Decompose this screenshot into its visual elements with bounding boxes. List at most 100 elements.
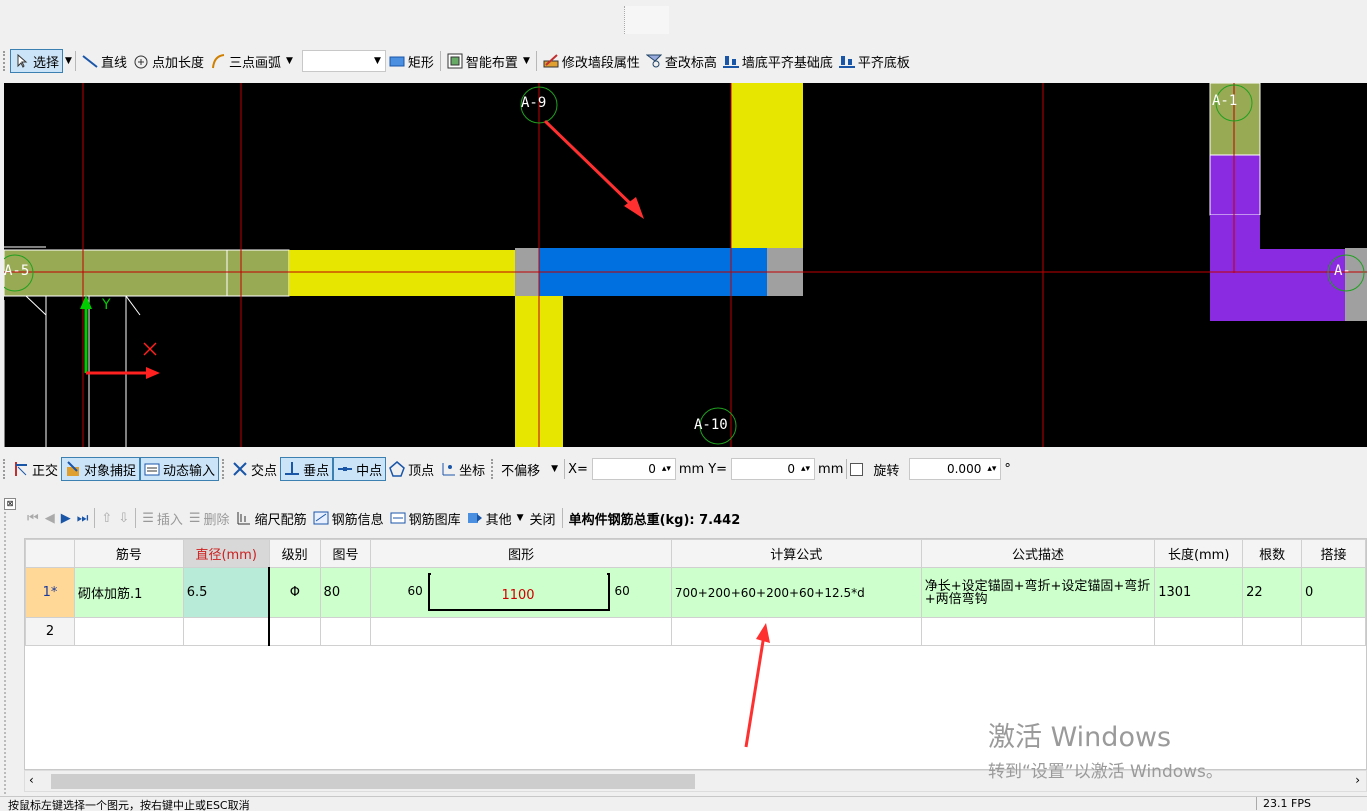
cell-length[interactable]: 1301 — [1154, 567, 1244, 618]
cell-formula[interactable] — [670, 617, 922, 646]
offset-mode-dropdown[interactable]: 不偏移 ▼ — [498, 457, 561, 481]
cell-description[interactable] — [920, 617, 1156, 646]
cell-figure-no[interactable] — [319, 617, 372, 646]
arc-dropdown-arrow[interactable]: ▼ — [286, 56, 293, 66]
y-input[interactable]: 0 ▴▾ — [731, 458, 816, 480]
point-length-button[interactable]: 点加长度 — [130, 49, 207, 73]
vertex-snap-button[interactable]: 顶点 — [386, 457, 437, 481]
rotate-label: 旋转 — [873, 463, 900, 479]
rotate-input[interactable]: 0.000 ▴▾ — [909, 458, 1002, 480]
drawing-canvas[interactable]: A-9 A-10 A-1 A-5 A- Y — [4, 83, 1367, 447]
point-length-label: 点加长度 — [151, 55, 204, 71]
table-row[interactable]: 1* 砌体加筋.1 6.5 Φ 80 60 1100 60 700+200+60… — [25, 567, 1366, 618]
y-unit: mm — [818, 461, 844, 477]
cell-diameter[interactable]: 6.5 — [182, 567, 271, 618]
line-label: 直线 — [100, 55, 127, 71]
align-bottom-base-button[interactable]: 墙底平齐基础底 — [720, 49, 836, 73]
ortho-button[interactable]: 正交 — [10, 457, 61, 481]
other-button[interactable]: 其他 ▼ — [464, 506, 527, 530]
header-count[interactable]: 根数 — [1242, 539, 1303, 568]
cell-name[interactable] — [73, 617, 184, 646]
cell-shape[interactable]: 60 1100 60 — [370, 567, 672, 618]
panel-grip[interactable] — [4, 504, 18, 794]
spin-icon[interactable]: ▴▾ — [987, 464, 996, 474]
edit-elevation-button[interactable]: 查改标高 — [643, 49, 720, 73]
arc-mode-combo[interactable]: ▼ — [301, 50, 386, 72]
toolbar-grip[interactable] — [222, 459, 226, 479]
cell-name[interactable]: 砌体加筋.1 — [73, 567, 184, 618]
insert-button[interactable]: ☰ 插入 — [139, 506, 186, 530]
align-slab-icon — [838, 53, 855, 69]
smart-layout-dropdown-arrow[interactable]: ▼ — [523, 56, 530, 66]
scale-rebar-button[interactable]: 缩尺配筋 — [233, 506, 310, 530]
header-name[interactable]: 筋号 — [73, 539, 184, 568]
offset-mode-value: 不偏移 — [501, 463, 541, 479]
cell-lap[interactable] — [1301, 617, 1366, 646]
select-tool-button[interactable]: 选择 — [10, 49, 64, 73]
midpoint-snap-button[interactable]: 中点 — [333, 457, 387, 481]
header-diameter[interactable]: 直径(mm) — [182, 539, 270, 568]
toolbar-grip[interactable] — [624, 6, 669, 34]
arc-tool-button[interactable]: 三点画弧 ▼ — [207, 49, 296, 73]
cell-shape[interactable] — [370, 617, 672, 646]
toolbar-grip[interactable] — [3, 51, 7, 71]
x-input[interactable]: 0 ▴▾ — [591, 458, 676, 480]
toolbar-grip[interactable] — [491, 459, 495, 479]
scroll-right-icon[interactable]: › — [1355, 773, 1360, 787]
last-record-button[interactable]: ⏭ — [74, 506, 92, 530]
cell-count[interactable]: 22 — [1242, 567, 1303, 618]
chevron-down-icon: ▼ — [373, 56, 381, 66]
edit-segment-button[interactable]: 修改墙段属性 — [540, 49, 643, 73]
header-formula[interactable]: 计算公式 — [670, 539, 922, 568]
intersection-snap-button[interactable]: 交点 — [229, 457, 280, 481]
panel-pin-icon[interactable]: ⊠ — [4, 498, 16, 510]
line-tool-button[interactable]: 直线 — [79, 49, 130, 73]
cell-figure-no[interactable]: 80 — [319, 567, 372, 618]
first-record-button[interactable]: ⏮ — [24, 506, 42, 530]
elevation-search-icon — [645, 53, 663, 69]
perpendicular-snap-button[interactable]: 垂点 — [280, 457, 334, 481]
header-description[interactable]: 公式描述 — [920, 539, 1156, 568]
cell-description[interactable]: 净长+设定锚固+弯折+设定锚固+弯折+两倍弯钩 — [920, 567, 1156, 618]
header-length[interactable]: 长度(mm) — [1154, 539, 1244, 568]
toolbar-grip[interactable] — [3, 459, 7, 479]
cell-lap[interactable]: 0 — [1301, 567, 1366, 618]
cell-count[interactable] — [1242, 617, 1303, 646]
ucs-y-label: Y — [102, 297, 111, 313]
coordinate-snap-button[interactable]: 坐标 — [437, 457, 488, 481]
close-button[interactable]: 关闭 — [527, 506, 559, 530]
rect-tool-button[interactable]: 矩形 — [386, 49, 437, 73]
row-number[interactable]: 1* — [25, 567, 75, 618]
delete-button[interactable]: ☰ 删除 — [186, 506, 233, 530]
align-bottom-slab-button[interactable]: 平齐底板 — [836, 49, 913, 73]
spin-icon[interactable]: ▴▾ — [662, 464, 671, 474]
spin-icon[interactable]: ▴▾ — [801, 464, 810, 474]
move-down-button[interactable]: ⇩ — [115, 506, 132, 530]
cell-length[interactable] — [1154, 617, 1244, 646]
dynamic-input-button[interactable]: 动态输入 — [140, 457, 220, 481]
prev-record-button[interactable]: ◀ — [42, 506, 58, 530]
header-lap[interactable]: 搭接 — [1301, 539, 1366, 568]
table-row[interactable]: 2 — [25, 617, 1366, 646]
axis-label-a10: A-10 — [694, 417, 728, 433]
cell-formula[interactable]: 700+200+60+200+60+12.5*d — [670, 567, 922, 618]
select-dropdown-arrow[interactable]: ▼ — [65, 56, 72, 66]
move-up-button[interactable]: ⇧ — [98, 506, 115, 530]
header-figure-no[interactable]: 图号 — [319, 539, 372, 568]
header-shape[interactable]: 图形 — [370, 539, 672, 568]
cell-diameter[interactable] — [182, 617, 271, 646]
rebar-library-button[interactable]: 钢筋图库 — [387, 506, 464, 530]
header-grade[interactable]: 级别 — [268, 539, 321, 568]
prev-icon: ◀ — [44, 510, 55, 526]
cell-grade[interactable] — [268, 617, 321, 646]
scale-rebar-label: 缩尺配筋 — [254, 512, 307, 528]
scroll-left-icon[interactable]: ‹ — [29, 773, 34, 787]
object-snap-button[interactable]: 对象捕捉 — [61, 457, 141, 481]
scrollbar-thumb[interactable] — [51, 774, 695, 789]
row-number[interactable]: 2 — [25, 617, 75, 646]
rebar-info-button[interactable]: 钢筋信息 — [310, 506, 387, 530]
rotate-checkbox[interactable] — [850, 462, 864, 476]
smart-layout-button[interactable]: 智能布置 ▼ — [444, 49, 533, 73]
next-record-button[interactable]: ▶ — [58, 506, 74, 530]
cell-grade[interactable]: Φ — [268, 567, 321, 618]
